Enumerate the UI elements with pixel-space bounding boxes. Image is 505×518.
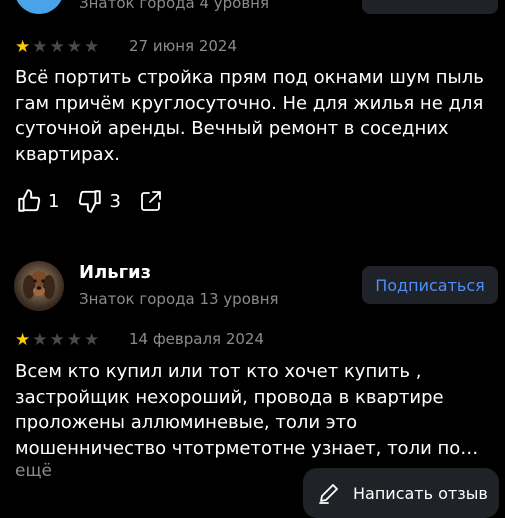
star-icon: ★ xyxy=(84,37,100,57)
star-icon: ★ xyxy=(15,330,31,350)
star-icon: ★ xyxy=(66,330,82,350)
avatar[interactable] xyxy=(14,261,64,311)
review-text: Всё портить стройка прям под окнами шум … xyxy=(15,67,484,165)
star-icon: ★ xyxy=(66,37,82,57)
author-level: Знаток города 13 уровня xyxy=(79,290,279,308)
avatar-image xyxy=(23,271,55,299)
write-review-label: Написать отзыв xyxy=(353,483,488,503)
author-level: Знаток города 4 уровня xyxy=(79,0,270,12)
avatar[interactable] xyxy=(14,0,64,14)
like-button[interactable]: 1 xyxy=(16,188,59,214)
expand-link[interactable]: ещё xyxy=(15,461,52,481)
pencil-icon xyxy=(319,484,338,504)
star-icon: ★ xyxy=(84,330,100,350)
subscribe-button[interactable]: Подписаться xyxy=(362,266,498,304)
review-date: 14 февраля 2024 xyxy=(129,330,265,348)
star-icon: ★ xyxy=(15,37,31,57)
thumbs-up-icon xyxy=(18,189,41,212)
rating-stars: ★ ★ ★ ★ ★ xyxy=(15,331,99,349)
write-review-button[interactable]: Написать отзыв xyxy=(303,468,499,518)
thumbs-down-icon xyxy=(79,190,102,213)
review-actions: 1 3 xyxy=(16,188,181,214)
rating-stars: ★ ★ ★ ★ ★ xyxy=(15,38,99,56)
star-icon: ★ xyxy=(49,37,65,57)
like-count: 1 xyxy=(48,190,60,212)
share-button[interactable] xyxy=(139,189,163,213)
star-icon: ★ xyxy=(32,330,48,350)
author-name[interactable]: Ильгиз xyxy=(79,262,151,283)
dislike-button[interactable]: 3 xyxy=(77,188,121,214)
review-date: 27 июня 2024 xyxy=(129,37,238,55)
share-icon xyxy=(141,191,161,211)
dislike-count: 3 xyxy=(109,190,121,212)
star-icon: ★ xyxy=(49,330,65,350)
review-text: Всем кто купил или тот кто хочет купить … xyxy=(15,361,479,459)
star-icon: ★ xyxy=(32,37,48,57)
subscribe-button[interactable] xyxy=(362,0,498,14)
